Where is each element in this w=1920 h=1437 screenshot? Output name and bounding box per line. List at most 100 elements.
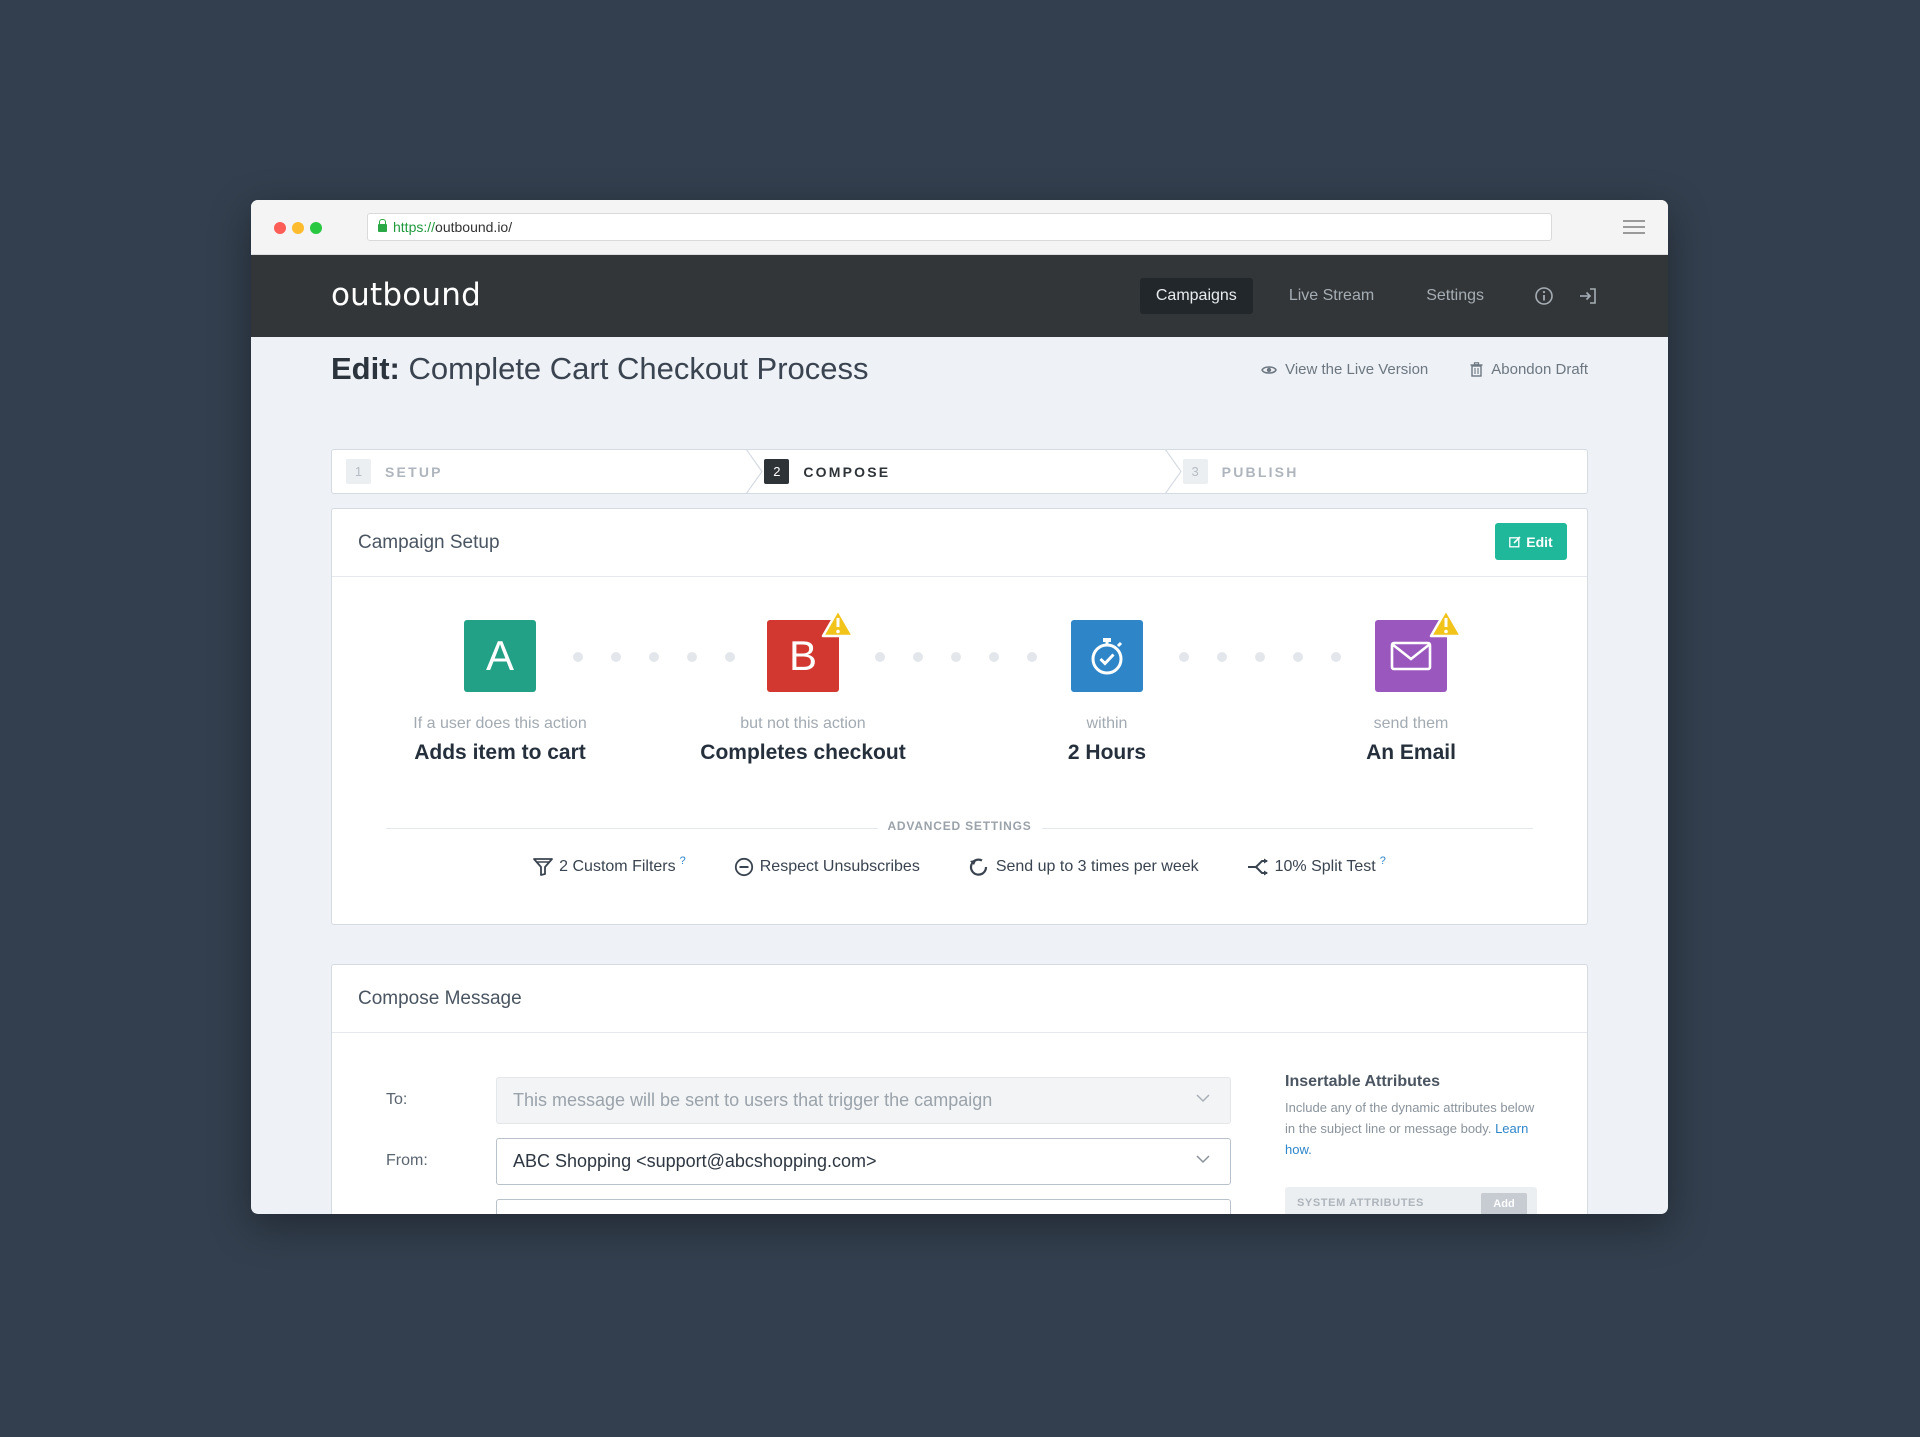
advanced-settings-divider: ADVANCED SETTINGS xyxy=(386,819,1533,839)
campaign-flow: A If a user does this action Adds item t… xyxy=(332,608,1587,790)
nav-campaigns[interactable]: Campaigns xyxy=(1139,278,1253,314)
page-title: Edit: Complete Cart Checkout Process xyxy=(331,351,869,387)
tile-email xyxy=(1375,608,1463,692)
nav-live-stream[interactable]: Live Stream xyxy=(1273,278,1390,314)
to-label: To: xyxy=(386,1091,408,1108)
step-publish[interactable]: 3 PUBLISH xyxy=(1169,450,1587,493)
step-number: 2 xyxy=(764,459,790,484)
flow-sub-label: within xyxy=(1086,715,1128,732)
tile-a: A xyxy=(464,620,536,692)
tile-b-letter: B xyxy=(788,632,817,679)
flow-message-type[interactable]: send them An Email xyxy=(1291,608,1531,765)
info-icon[interactable] xyxy=(1534,286,1554,306)
step-label: PUBLISH xyxy=(1221,463,1299,480)
nav-settings[interactable]: Settings xyxy=(1410,278,1500,314)
campaign-name: Complete Cart Checkout Process xyxy=(408,351,869,386)
add-attribute-button[interactable]: Add xyxy=(1481,1193,1527,1214)
compose-message-card: Compose Message To: This message will be… xyxy=(331,964,1588,1214)
from-row: From: ABC Shopping <support@abcshopping.… xyxy=(386,1138,1231,1185)
warning-icon xyxy=(821,608,855,638)
flow-main-label: 2 Hours xyxy=(1067,741,1147,764)
step-divider xyxy=(746,449,764,494)
insertable-attributes-title: Insertable Attributes xyxy=(1285,1073,1440,1090)
flow-sub-label: If a user does this action xyxy=(413,715,587,732)
step-divider xyxy=(1164,449,1182,494)
step-compose[interactable]: 2 COMPOSE xyxy=(750,449,1182,494)
address-bar[interactable]: https://outbound.io/ xyxy=(367,213,1552,241)
title-actions: View the Live Version Abondon Draft xyxy=(1219,361,1588,378)
warning-icon xyxy=(1429,608,1463,638)
page-content: Edit: Complete Cart Checkout Process Vie… xyxy=(331,337,1588,1214)
hamburger-menu-icon[interactable] xyxy=(1623,220,1645,236)
subject-row xyxy=(386,1199,1231,1214)
title-prefix: Edit: xyxy=(331,351,400,386)
url-scheme: https:// xyxy=(393,219,436,235)
flow-main-label: An Email xyxy=(1366,741,1456,764)
abandon-draft-label: Abondon Draft xyxy=(1491,361,1588,378)
browser-chrome: https://outbound.io/ xyxy=(251,200,1668,255)
refresh-icon xyxy=(969,858,987,876)
minimize-window-button[interactable] xyxy=(292,222,304,234)
card-title: Compose Message xyxy=(358,988,522,1009)
from-select[interactable]: ABC Shopping <support@abcshopping.com> xyxy=(496,1138,1231,1185)
close-window-button[interactable] xyxy=(274,222,286,234)
flow-trigger-action[interactable]: A If a user does this action Adds item t… xyxy=(380,620,620,765)
card-header: Compose Message xyxy=(332,965,1587,1033)
flow-sub-label: but not this action xyxy=(740,715,866,732)
step-setup[interactable]: 1 SETUP xyxy=(332,449,764,494)
maximize-window-button[interactable] xyxy=(310,222,322,234)
to-value: This message will be sent to users that … xyxy=(513,1090,993,1110)
help-icon[interactable]: ? xyxy=(680,855,686,867)
compose-form: To: This message will be sent to users t… xyxy=(386,1077,1231,1214)
custom-filters-setting[interactable]: 2 Custom Filters? xyxy=(533,855,686,877)
logout-icon[interactable] xyxy=(1578,286,1598,306)
to-row: To: This message will be sent to users t… xyxy=(386,1077,1231,1124)
envelope-icon xyxy=(1390,641,1432,671)
split-test-setting[interactable]: 10% Split Test? xyxy=(1247,855,1386,877)
subject-input[interactable] xyxy=(496,1199,1231,1214)
system-attributes-label: SYSTEM ATTRIBUTES xyxy=(1297,1197,1424,1209)
trash-icon xyxy=(1470,362,1483,377)
flow-exclude-action[interactable]: B but not this action Completes checkout xyxy=(683,608,923,765)
custom-filters-label: 2 Custom Filters xyxy=(559,858,676,875)
step-number: 1 xyxy=(346,459,371,484)
minus-circle-icon xyxy=(734,857,753,877)
abandon-draft-link[interactable]: Abondon Draft xyxy=(1470,361,1588,378)
eye-icon xyxy=(1261,365,1277,374)
view-live-link[interactable]: View the Live Version xyxy=(1261,361,1428,378)
flow-delay[interactable]: within 2 Hours xyxy=(987,620,1227,765)
frequency-label: Send up to 3 times per week xyxy=(995,858,1199,875)
lock-icon xyxy=(378,219,387,232)
card-header: Campaign Setup Edit xyxy=(332,509,1587,577)
respect-unsubscribes-setting[interactable]: Respect Unsubscribes xyxy=(734,857,920,877)
step-number: 3 xyxy=(1182,459,1208,484)
chevron-down-icon xyxy=(1196,1094,1210,1103)
split-test-label: 10% Split Test xyxy=(1274,858,1376,875)
advanced-settings: 2 Custom Filters? Respect Unsubscribes S… xyxy=(332,855,1587,877)
respect-unsubscribes-label: Respect Unsubscribes xyxy=(759,858,920,875)
frequency-setting[interactable]: Send up to 3 times per week xyxy=(968,857,1199,877)
tile-timer xyxy=(1071,620,1143,692)
card-title: Campaign Setup xyxy=(358,532,500,553)
browser-window: https://outbound.io/ outbound Campaigns … xyxy=(251,200,1668,1214)
flow-main-label: Adds item to cart xyxy=(414,741,586,764)
edit-icon xyxy=(1509,535,1521,547)
tile-b: B xyxy=(767,608,855,692)
insertable-attributes-panel: Insertable Attributes Include any of the… xyxy=(1285,1073,1537,1214)
outbound-logo[interactable]: outbound xyxy=(331,277,481,313)
from-value: ABC Shopping <support@abcshopping.com> xyxy=(513,1151,877,1171)
url-host: outbound.io/ xyxy=(435,219,513,235)
campaign-setup-card: Campaign Setup Edit A If a user does thi… xyxy=(331,508,1588,925)
step-label: COMPOSE xyxy=(803,463,891,480)
flow-sub-label: send them xyxy=(1373,715,1449,732)
advanced-settings-label: ADVANCED SETTINGS xyxy=(877,819,1042,833)
system-attributes-bar[interactable]: SYSTEM ATTRIBUTES Add xyxy=(1285,1187,1537,1214)
to-select[interactable]: This message will be sent to users that … xyxy=(496,1077,1231,1124)
edit-button[interactable]: Edit xyxy=(1495,523,1567,560)
wizard-steps: 1 SETUP 2 COMPOSE 3 PUBLISH xyxy=(331,449,1588,494)
from-label: From: xyxy=(386,1152,428,1169)
help-icon[interactable]: ? xyxy=(1380,855,1386,867)
split-icon xyxy=(1247,858,1268,876)
flow-main-label: Completes checkout xyxy=(700,741,906,764)
title-row: Edit: Complete Cart Checkout Process Vie… xyxy=(331,337,1588,397)
